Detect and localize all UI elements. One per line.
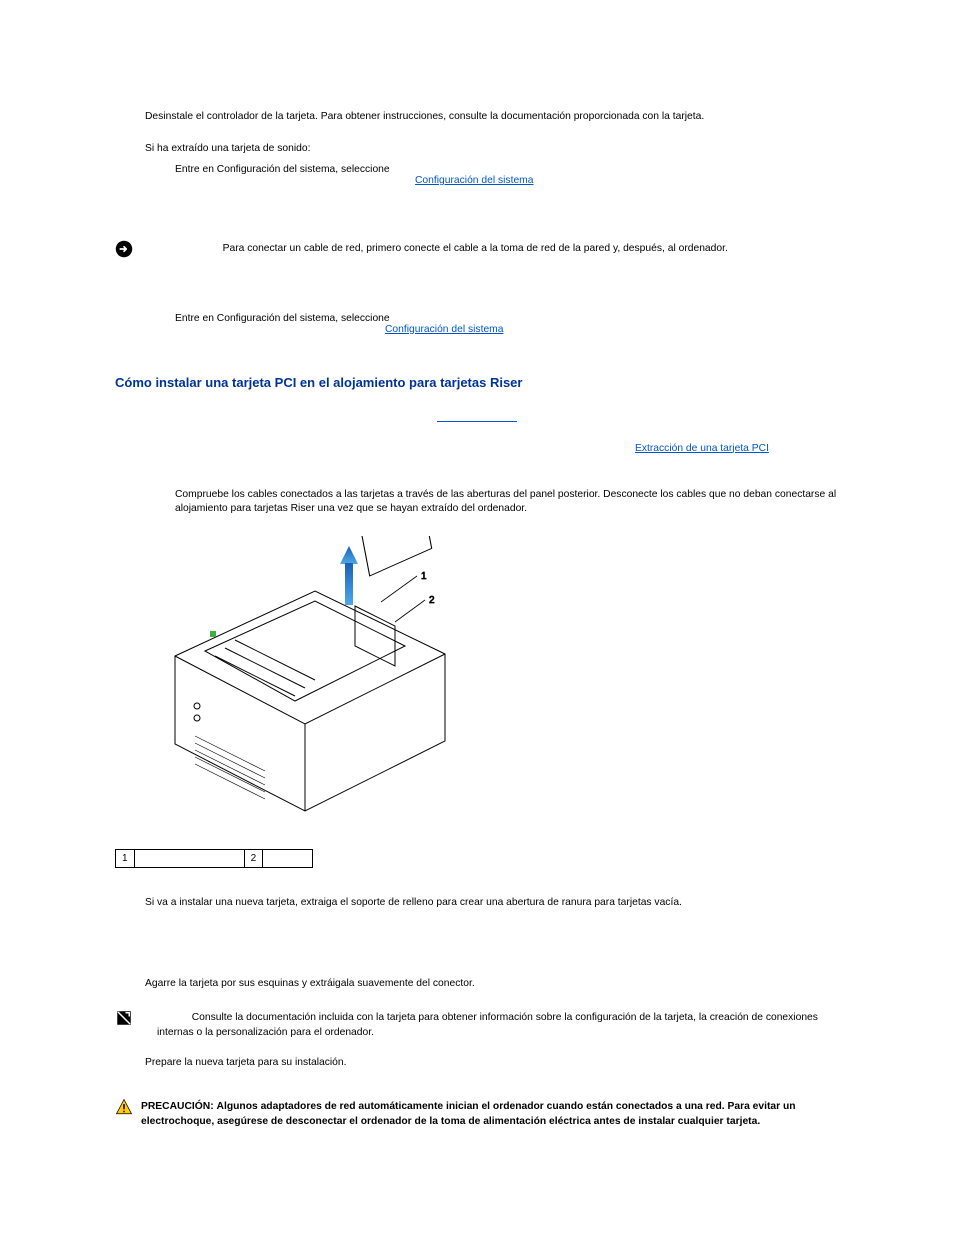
table-row: 1 tarjeta vertical 2 asidero bbox=[116, 850, 313, 868]
callout-1-num: 1 bbox=[116, 850, 135, 868]
aviso-text: Para conectar un cable de red, primero c… bbox=[223, 243, 728, 254]
caution-text: Algunos adaptadores de red automáticamen… bbox=[141, 1101, 796, 1126]
prepare-card-text: Prepare la nueva tarjeta para su instala… bbox=[145, 1056, 839, 1070]
remove-pci-link[interactable]: Extracción de una tarjeta PCI bbox=[635, 443, 769, 454]
aviso-icon bbox=[115, 240, 133, 258]
callout-1-label: tarjeta vertical bbox=[134, 850, 244, 868]
callout-2-label: asidero bbox=[263, 850, 313, 868]
nota-label: NOTA: bbox=[157, 1012, 189, 1023]
svg-text:1: 1 bbox=[421, 571, 427, 582]
svg-text:2: 2 bbox=[429, 595, 435, 606]
caution-label: PRECAUCIÓN: bbox=[141, 1101, 214, 1112]
new-card-bracket-text: Si va a instalar una nueva tarjeta, extr… bbox=[145, 896, 839, 910]
grab-corners-text: Agarre la tarjeta por sus esquinas y ext… bbox=[145, 977, 839, 991]
nota-text: Consulte la documentación incluida con l… bbox=[157, 1012, 818, 1037]
section-title-riser: Cómo instalar una tarjeta PCI en el aloj… bbox=[115, 375, 839, 390]
nota-icon bbox=[115, 1009, 133, 1027]
callout-2-num: 2 bbox=[244, 850, 263, 868]
riser-illustration: 1 2 bbox=[145, 536, 839, 829]
caution-icon bbox=[115, 1098, 133, 1116]
callout-table: 1 tarjeta vertical 2 asidero bbox=[115, 849, 313, 868]
aviso-label: AVISO: bbox=[185, 243, 220, 254]
sysconfig-link-2[interactable]: Configuración del sistema bbox=[385, 324, 503, 335]
title-underline-fragment bbox=[437, 412, 517, 422]
if-sound-removed: Si ha extraído una tarjeta de sonido: bbox=[145, 142, 839, 156]
check-cables-text: Compruebe los cables conectados a las ta… bbox=[175, 488, 839, 517]
uninstall-driver-text: Desinstale el controlador de la tarjeta.… bbox=[145, 110, 839, 124]
sysconfig-link-1[interactable]: Configuración del sistema bbox=[415, 175, 533, 186]
